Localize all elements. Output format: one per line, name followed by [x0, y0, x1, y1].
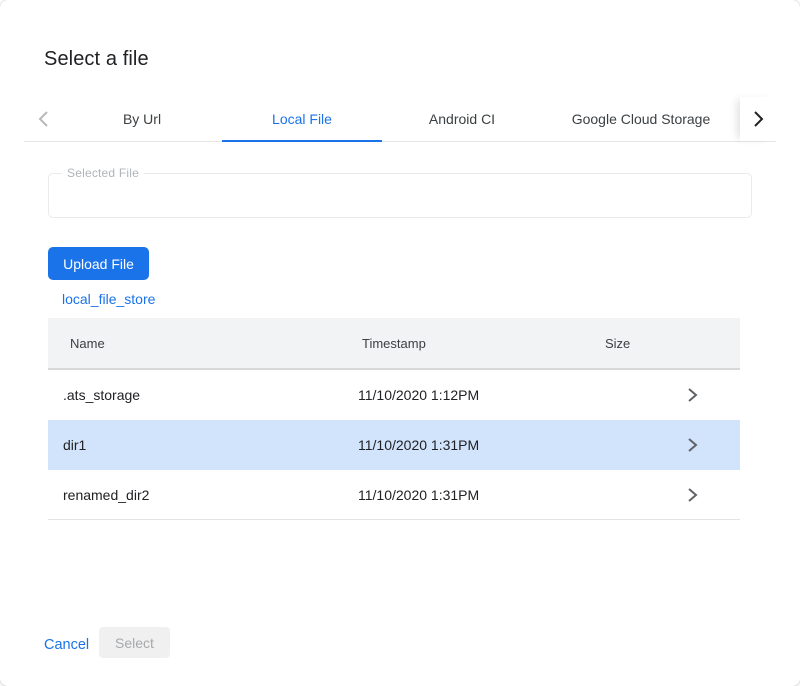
selected-file-field-label: Selected File — [62, 166, 144, 180]
tab-label: Google Cloud Storage — [572, 111, 711, 127]
local-file-store-link[interactable]: local_file_store — [62, 291, 155, 307]
selected-file-field: Selected File — [48, 173, 752, 218]
tab-label: Local File — [272, 111, 332, 127]
tab-label: By Url — [123, 111, 161, 127]
select-file-dialog: Select a file By Url Local File Android … — [0, 0, 800, 686]
table-row[interactable]: dir1 11/10/2020 1:31PM — [48, 420, 740, 470]
tab-list: By Url Local File Android CI Google Clou… — [62, 97, 740, 141]
column-header-size: Size — [605, 336, 644, 351]
dialog-title: Select a file — [44, 48, 149, 71]
column-header-timestamp: Timestamp — [358, 336, 605, 351]
tabs-paginate-next-button[interactable] — [740, 97, 776, 141]
column-header-name: Name — [48, 336, 358, 351]
select-button[interactable]: Select — [99, 627, 170, 658]
file-timestamp: 11/10/2020 1:12PM — [358, 387, 605, 403]
tabs-paginate-prev-button[interactable] — [24, 97, 62, 141]
chevron-right-icon — [644, 487, 740, 503]
file-name: dir1 — [48, 437, 358, 453]
tab-android-ci[interactable]: Android CI — [382, 97, 542, 141]
tab-local-file[interactable]: Local File — [222, 97, 382, 141]
chevron-right-icon — [644, 437, 740, 453]
tab-by-url[interactable]: By Url — [62, 97, 222, 141]
file-timestamp: 11/10/2020 1:31PM — [358, 487, 605, 503]
chevron-right-icon — [644, 387, 740, 403]
chevron-right-icon — [752, 110, 765, 128]
table-header-row: Name Timestamp Size — [48, 318, 740, 370]
file-name: .ats_storage — [48, 387, 358, 403]
chevron-left-icon — [37, 110, 50, 128]
tab-label: Android CI — [429, 111, 495, 127]
cancel-button[interactable]: Cancel — [44, 637, 89, 653]
file-name: renamed_dir2 — [48, 487, 358, 503]
tab-google-cloud-storage[interactable]: Google Cloud Storage — [542, 97, 740, 141]
tab-bar: By Url Local File Android CI Google Clou… — [24, 97, 776, 142]
table-row[interactable]: renamed_dir2 11/10/2020 1:31PM — [48, 470, 740, 520]
table-row[interactable]: .ats_storage 11/10/2020 1:12PM — [48, 370, 740, 420]
selected-file-input[interactable] — [49, 174, 751, 217]
file-table: Name Timestamp Size .ats_storage 11/10/2… — [48, 318, 740, 520]
upload-file-button[interactable]: Upload File — [48, 247, 149, 280]
file-timestamp: 11/10/2020 1:31PM — [358, 437, 605, 453]
